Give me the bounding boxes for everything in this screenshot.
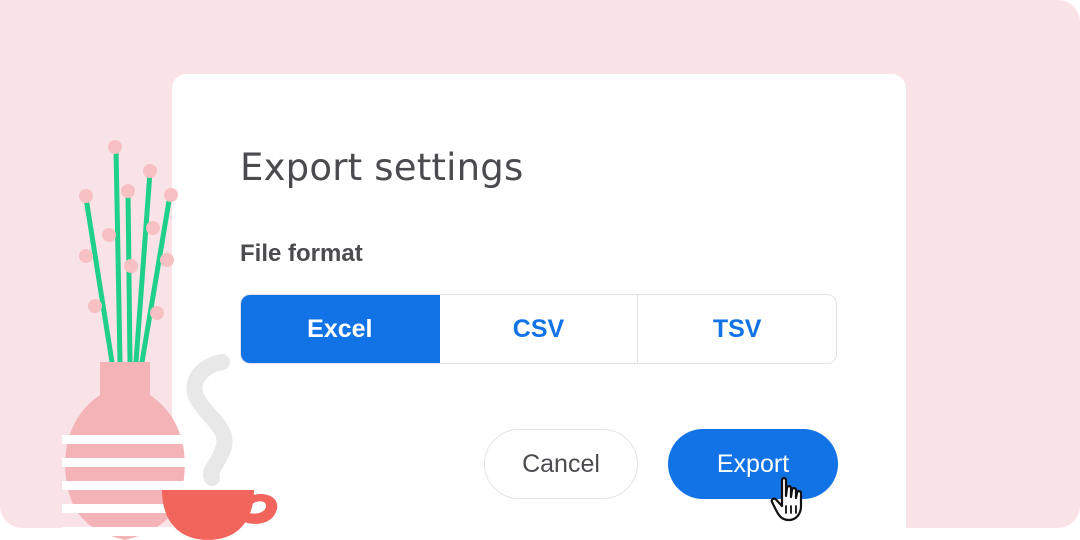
dialog-title: Export settings bbox=[240, 146, 524, 189]
format-option-tsv[interactable]: TSV bbox=[638, 295, 836, 363]
export-settings-dialog: Export settings File format Excel CSV TS… bbox=[172, 74, 906, 540]
export-button[interactable]: Export bbox=[668, 429, 838, 499]
file-format-label: File format bbox=[240, 240, 363, 267]
format-option-csv[interactable]: CSV bbox=[440, 295, 639, 363]
export-settings-scene: Export settings File format Excel CSV TS… bbox=[0, 0, 1080, 540]
file-format-selector: Excel CSV TSV bbox=[240, 294, 837, 364]
hand-pointer-icon bbox=[770, 477, 803, 522]
format-option-excel[interactable]: Excel bbox=[241, 295, 440, 363]
cancel-button[interactable]: Cancel bbox=[484, 429, 638, 499]
